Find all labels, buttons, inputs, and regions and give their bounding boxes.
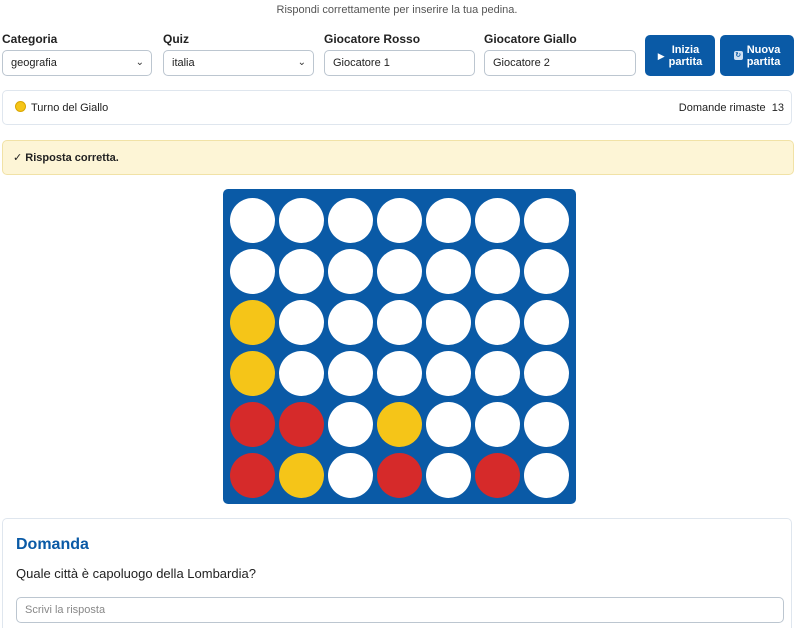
board-cell-empty[interactable] <box>377 198 422 243</box>
chevron-down-icon: ⌄ <box>135 57 144 68</box>
turn-text: Turno del Giallo <box>31 102 109 114</box>
reset-icon: ↻ <box>733 51 743 60</box>
question-heading: Domanda <box>16 536 89 553</box>
board-cell-empty[interactable] <box>328 300 373 345</box>
game-board[interactable] <box>223 189 576 504</box>
board-cell-red[interactable] <box>377 453 422 498</box>
board-cell-empty[interactable] <box>279 249 324 294</box>
player-red-input[interactable]: Giocatore 1 <box>324 50 475 76</box>
board-cell-empty[interactable] <box>524 402 569 447</box>
answer-input[interactable] <box>16 597 784 623</box>
board-cell-empty[interactable] <box>230 198 275 243</box>
board-cell-empty[interactable] <box>328 198 373 243</box>
board-cell-red[interactable] <box>230 402 275 447</box>
board-cell-red[interactable] <box>475 453 520 498</box>
board-cell-yellow[interactable] <box>279 453 324 498</box>
player-red-label: Giocatore Rosso <box>324 32 421 46</box>
start-game-button[interactable]: ▶ Inizia partita <box>645 35 715 76</box>
yellow-token-icon <box>15 101 26 112</box>
board-cell-empty[interactable] <box>426 453 471 498</box>
board-cell-empty[interactable] <box>279 198 324 243</box>
board-cell-empty[interactable] <box>524 453 569 498</box>
category-select[interactable]: geografia ⌄ <box>2 50 152 76</box>
board-cell-empty[interactable] <box>426 249 471 294</box>
board-cell-empty[interactable] <box>377 300 422 345</box>
board-cell-red[interactable] <box>279 402 324 447</box>
remaining-label: Domande rimaste <box>678 101 766 114</box>
remaining-questions: Domande rimaste 13 <box>679 102 784 114</box>
board-cell-empty[interactable] <box>524 249 569 294</box>
board-cell-empty[interactable] <box>475 249 520 294</box>
board-cell-empty[interactable] <box>426 351 471 396</box>
player-yellow-label: Giocatore Giallo <box>484 32 577 46</box>
board-cell-empty[interactable] <box>475 198 520 243</box>
remaining-count: 13 <box>771 101 784 114</box>
category-value: geografia <box>11 57 57 69</box>
board-cell-empty[interactable] <box>475 402 520 447</box>
board-cell-empty[interactable] <box>524 300 569 345</box>
question-card: Domanda Quale città è capoluogo della Lo… <box>2 518 792 628</box>
quiz-value: italia <box>172 57 195 69</box>
board-cell-empty[interactable] <box>328 351 373 396</box>
new-button-line1: Nuova <box>746 43 781 56</box>
board-cell-empty[interactable] <box>328 453 373 498</box>
new-game-button[interactable]: ↻ Nuova partita <box>720 35 794 76</box>
board-cell-empty[interactable] <box>524 351 569 396</box>
board-cell-empty[interactable] <box>377 351 422 396</box>
board-cell-empty[interactable] <box>328 249 373 294</box>
play-icon: ▶ <box>657 50 665 61</box>
start-button-line2: partita <box>668 55 703 68</box>
board-cell-empty[interactable] <box>328 402 373 447</box>
board-cell-empty[interactable] <box>230 249 275 294</box>
board-cell-empty[interactable] <box>426 198 471 243</box>
board-cell-empty[interactable] <box>524 198 569 243</box>
chevron-down-icon: ⌄ <box>297 57 306 68</box>
feedback-banner: ✓ Risposta corretta. <box>2 140 794 175</box>
quiz-select[interactable]: italia ⌄ <box>163 50 314 76</box>
quiz-label: Quiz <box>163 32 189 46</box>
turn-indicator: Turno del Giallo <box>15 101 108 114</box>
category-label: Categoria <box>2 32 58 46</box>
board-cell-empty[interactable] <box>279 351 324 396</box>
player-yellow-input[interactable]: Giocatore 2 <box>484 50 636 76</box>
question-text: Quale città è capoluogo della Lombardia? <box>16 566 256 581</box>
status-bar: Turno del Giallo Domande rimaste 13 <box>2 90 792 125</box>
board-cell-empty[interactable] <box>377 249 422 294</box>
board-cell-red[interactable] <box>230 453 275 498</box>
new-button-line2: partita <box>746 55 781 68</box>
board-cell-yellow[interactable] <box>230 300 275 345</box>
board-cell-yellow[interactable] <box>230 351 275 396</box>
board-cell-empty[interactable] <box>426 402 471 447</box>
board-cell-empty[interactable] <box>475 351 520 396</box>
board-cell-empty[interactable] <box>426 300 471 345</box>
page-subtitle: Rispondi correttamente per inserire la t… <box>276 4 518 16</box>
start-button-line1: Inizia <box>671 43 700 56</box>
board-cell-yellow[interactable] <box>377 402 422 447</box>
board-cell-empty[interactable] <box>475 300 520 345</box>
board-cell-empty[interactable] <box>279 300 324 345</box>
